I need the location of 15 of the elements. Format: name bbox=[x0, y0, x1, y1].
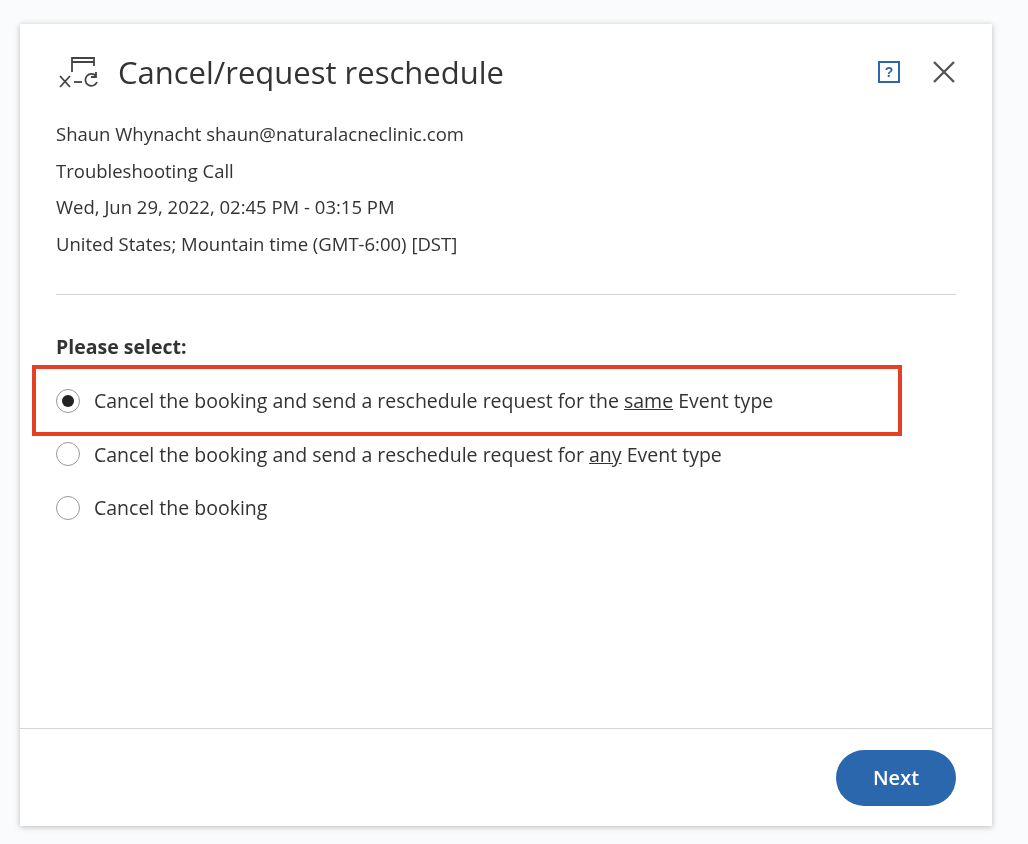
booking-detail: Wed, Jun 29, 2022, 02:45 PM - 03:15 PM bbox=[56, 193, 396, 221]
radio-button[interactable] bbox=[56, 388, 80, 413]
booking-detail: Troubleshooting Call bbox=[56, 156, 235, 185]
close-button[interactable] bbox=[932, 60, 956, 84]
dialog-title: Cancel/request reschedule bbox=[118, 51, 505, 93]
radio-button[interactable] bbox=[56, 442, 80, 467]
option-label[interactable]: Cancel the booking bbox=[94, 494, 268, 522]
option-label[interactable]: Cancel the booking and send a reschedule request for any Event type bbox=[94, 440, 722, 468]
option-label[interactable]: Cancel the booking and send a reschedule request for the same Event type bbox=[94, 387, 774, 415]
radio-button[interactable] bbox=[56, 495, 80, 520]
booking-detail: United States; Mountain time (GMT-6:00) [DST] bbox=[56, 229, 459, 258]
booking-detail: Shaun Whynacht shaun@naturalacneclinic.com bbox=[56, 120, 465, 148]
help-button[interactable]: ? bbox=[878, 61, 900, 83]
next-button[interactable]: Next bbox=[836, 749, 956, 806]
select-prompt: Please select: bbox=[56, 333, 188, 360]
